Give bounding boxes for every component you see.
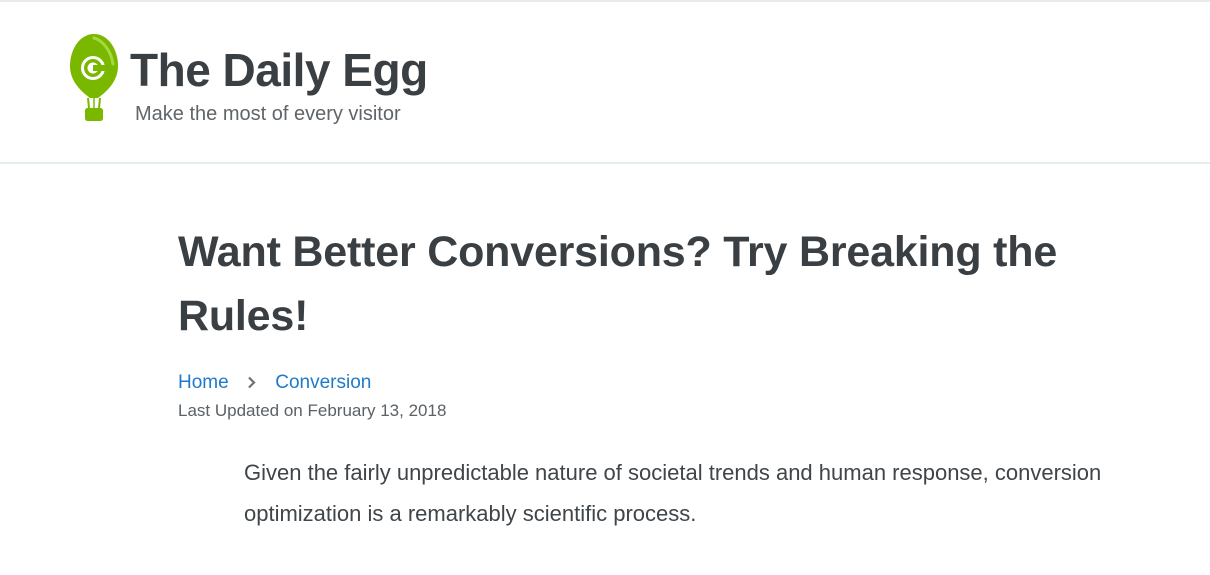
article-header: Want Better Conversions? Try Breaking th…	[178, 220, 1138, 422]
article-intro-paragraph: Given the fairly unpredictable nature of…	[244, 460, 1102, 526]
last-updated-date: February 13, 2018	[307, 401, 447, 420]
site-name[interactable]: The Daily Egg	[130, 42, 428, 98]
breadcrumb-home-link[interactable]: Home	[178, 372, 229, 393]
breadcrumb: Home Conversion	[178, 370, 1138, 396]
site-tagline: Make the most of every visitor	[135, 103, 401, 125]
last-updated-prefix: Last Updated on	[178, 401, 308, 420]
article-title: Want Better Conversions? Try Breaking th…	[178, 228, 1058, 340]
last-updated: Last Updated on February 13, 2018	[178, 400, 1138, 422]
balloon-egg-logo-icon	[70, 34, 118, 121]
chevron-right-icon	[234, 370, 270, 396]
site-header: The Daily Egg Make the most of every vis…	[0, 2, 1210, 164]
breadcrumb-category-link[interactable]: Conversion	[275, 372, 371, 393]
